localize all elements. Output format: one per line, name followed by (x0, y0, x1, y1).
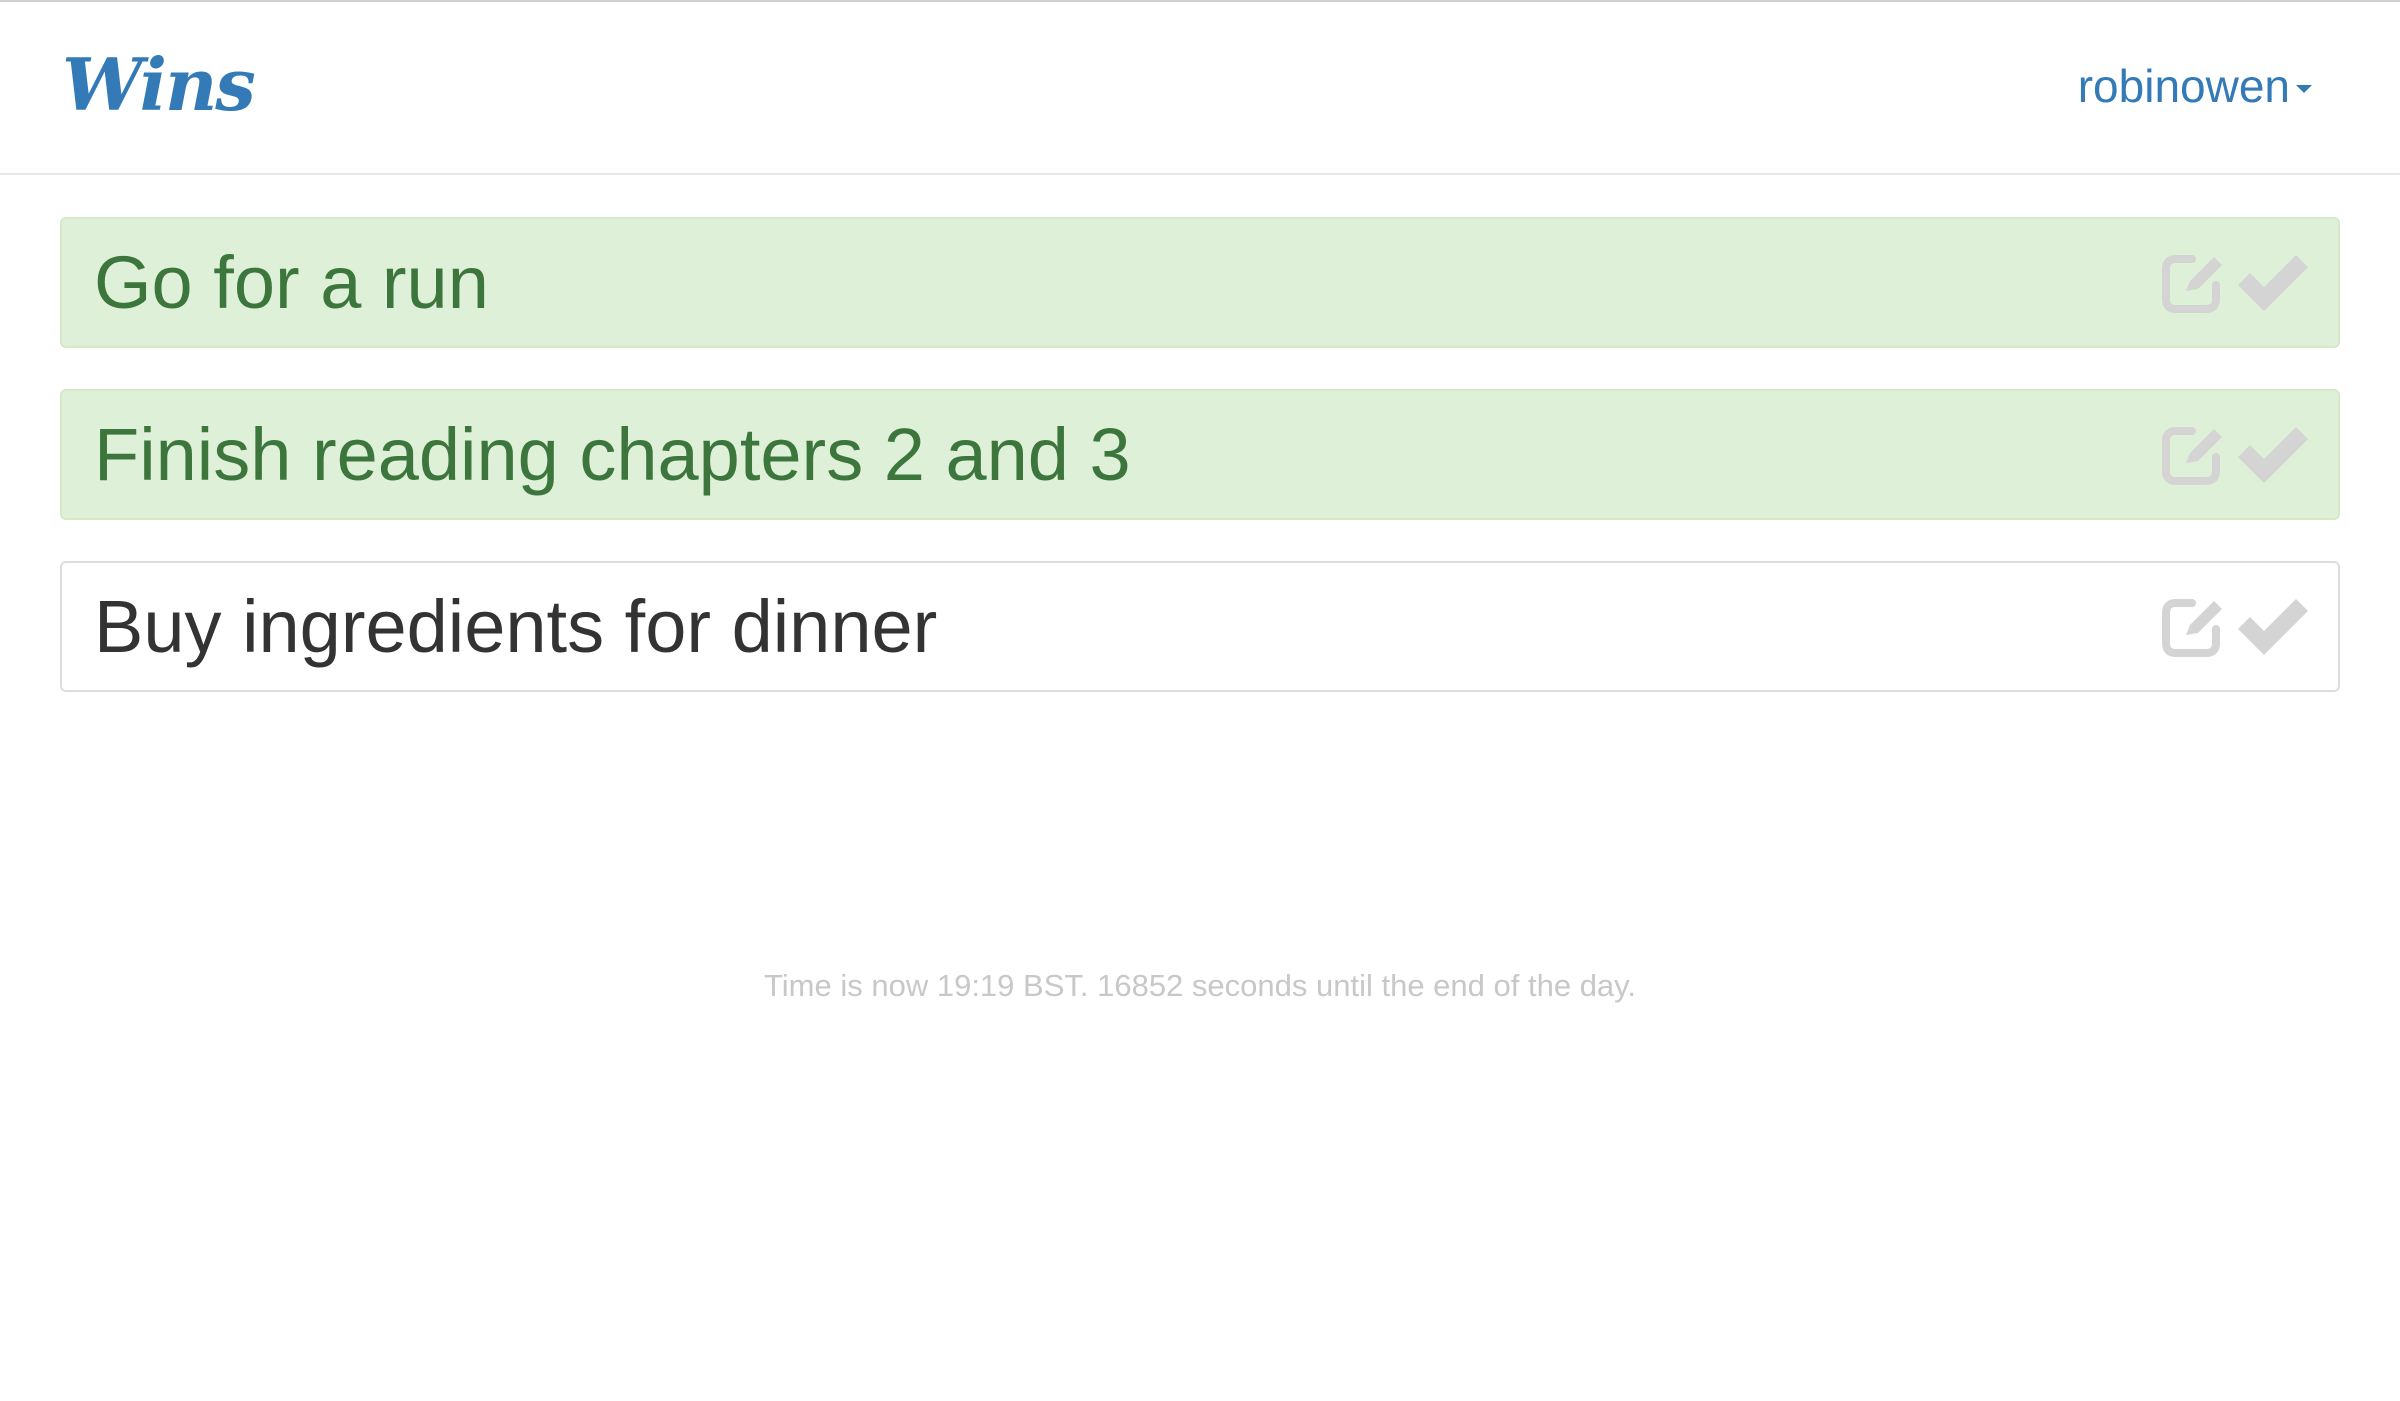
win-item-actions (2156, 219, 2312, 346)
win-item-actions (2156, 391, 2312, 518)
navbar: Wins robinowen (0, 2, 2400, 175)
win-item: Finish reading chapters 2 and 3 (60, 389, 2340, 520)
edit-icon[interactable] (2156, 591, 2228, 663)
wins-list: Go for a run Finish reading chapters 2 a… (60, 217, 2340, 733)
win-item-label: Buy ingredients for dinner (94, 585, 938, 668)
win-item: Buy ingredients for dinner (60, 561, 2340, 692)
brand-logo[interactable]: Wins (62, 40, 256, 130)
check-icon[interactable] (2232, 247, 2312, 319)
check-icon[interactable] (2232, 419, 2312, 491)
user-menu-dropdown[interactable]: robinowen (2078, 58, 2312, 114)
caret-down-icon (2296, 85, 2312, 93)
username-label: robinowen (2077, 60, 2290, 112)
check-icon[interactable] (2232, 591, 2312, 663)
time-remaining-note: Time is now 19:19 BST. 16852 seconds unt… (764, 968, 1636, 1003)
win-item-label: Go for a run (94, 241, 489, 324)
edit-icon[interactable] (2156, 247, 2228, 319)
win-item: Go for a run (60, 217, 2340, 348)
win-item-actions (2156, 563, 2312, 690)
win-item-label: Finish reading chapters 2 and 3 (94, 413, 1131, 496)
edit-icon[interactable] (2156, 419, 2228, 491)
